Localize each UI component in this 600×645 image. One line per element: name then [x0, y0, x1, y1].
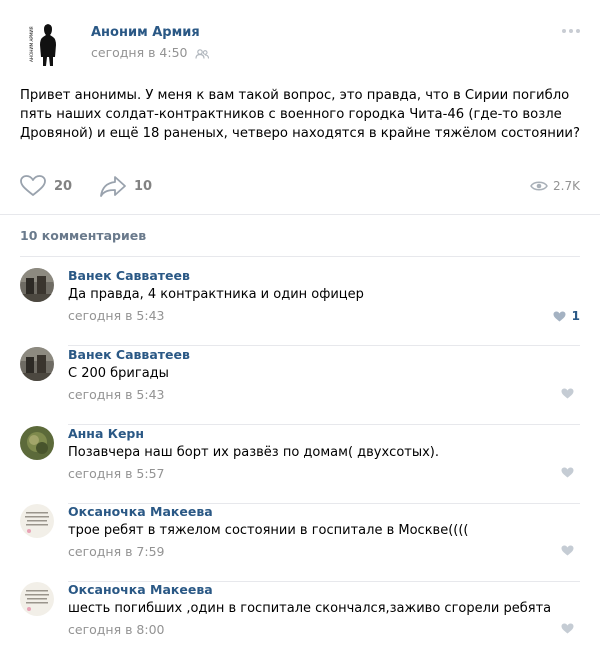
comment-author[interactable]: Оксаночка Макеева: [68, 582, 213, 597]
comment-author[interactable]: Ванек Савватеев: [68, 347, 190, 362]
comment-time[interactable]: сегодня в 5:43: [68, 308, 165, 323]
heart-icon: [561, 467, 574, 478]
comment-item: Ванек Савватеев С 200 бригады сегодня в …: [20, 347, 580, 425]
comment-time[interactable]: сегодня в 8:00: [68, 622, 165, 637]
more-dots-icon[interactable]: [562, 28, 580, 34]
comment-like-button[interactable]: 1: [553, 309, 580, 323]
post-author-name[interactable]: Аноним Армия: [91, 25, 200, 40]
comment-author[interactable]: Оксаночка Макеева: [68, 504, 213, 519]
comment-text: Да правда, 4 контрактника и один офицер: [68, 287, 364, 302]
share-count: 10: [134, 178, 153, 194]
comment-time[interactable]: сегодня в 5:43: [68, 387, 165, 402]
views-count: 2.7K: [553, 179, 580, 193]
post-author-avatar[interactable]: АНОНИМ АРМИЯ: [20, 18, 70, 68]
comment-like-button[interactable]: [561, 545, 580, 556]
comment-item: Ванек Савватеев Да правда, 4 контрактник…: [20, 268, 580, 346]
like-button[interactable]: 20: [20, 174, 72, 198]
eye-icon: [530, 181, 548, 191]
divider: [20, 256, 580, 257]
divider: [0, 214, 600, 215]
comment-item: Оксаночка Макеева трое ребят в тяжелом с…: [20, 504, 580, 582]
views-counter: 2.7K: [530, 174, 580, 198]
comment-divider: [68, 345, 580, 346]
comment-like-count: 1: [571, 309, 580, 323]
comment-avatar[interactable]: [20, 426, 54, 460]
post-text: Привет анонимы. У меня к вам такой вопро…: [20, 88, 580, 141]
post-actions: 20 10 2.7K: [20, 174, 580, 198]
comment-author[interactable]: Анна Керн: [68, 426, 144, 441]
comment-author[interactable]: Ванек Савватеев: [68, 268, 190, 283]
heart-icon: [561, 388, 574, 399]
heart-icon: [20, 175, 46, 196]
heart-icon: [561, 623, 574, 634]
comment-text: трое ребят в тяжелом состоянии в госпита…: [68, 523, 469, 538]
comments-count: 10 комментариев: [20, 228, 147, 243]
post-header: АНОНИМ АРМИЯ Аноним Армия сегодня в 4:50: [20, 18, 580, 68]
avatar-logo-text: АНОНИМ АРМИЯ: [29, 26, 34, 62]
heart-icon: [553, 311, 566, 321]
comment-item: Анна Керн Позавчера наш борт их развёз п…: [20, 426, 580, 504]
post-time[interactable]: сегодня в 4:50: [91, 45, 210, 60]
comment-time[interactable]: сегодня в 5:57: [68, 466, 165, 481]
share-button[interactable]: 10: [100, 174, 152, 198]
like-count: 20: [54, 178, 73, 194]
comment-like-button[interactable]: [561, 467, 580, 478]
comment-text: шесть погибших ,один в госпитале скончал…: [68, 601, 552, 616]
heart-icon: [561, 545, 574, 556]
comment-like-button[interactable]: [561, 623, 580, 634]
people-icon: [195, 48, 210, 59]
comment-text: Позавчера наш борт их развёз по домам( д…: [68, 445, 440, 460]
post-time-label[interactable]: сегодня в 4:50: [91, 45, 188, 60]
share-arrow-icon: [100, 176, 126, 197]
comment-time[interactable]: сегодня в 7:59: [68, 544, 165, 559]
comment-avatar[interactable]: [20, 504, 54, 538]
comment-like-button[interactable]: [561, 388, 580, 399]
comment-avatar[interactable]: [20, 347, 54, 381]
comment-item: Оксаночка Макеева шесть погибших ,один в…: [20, 582, 580, 645]
comment-text: С 200 бригады: [68, 366, 169, 381]
comment-avatar[interactable]: [20, 582, 54, 616]
comment-avatar[interactable]: [20, 268, 54, 302]
comment-divider: [68, 424, 580, 425]
